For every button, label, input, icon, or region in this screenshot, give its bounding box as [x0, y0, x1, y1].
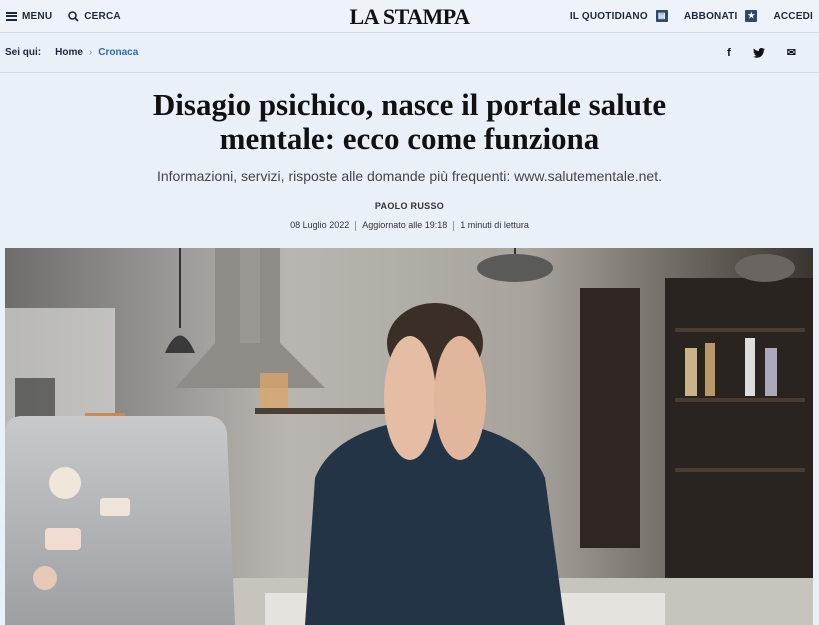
hamburger-icon	[6, 11, 17, 21]
breadcrumb-prefix: Sei qui:	[5, 47, 42, 58]
quotidiano-label: IL QUOTIDIANO	[569, 10, 648, 22]
menu-button[interactable]: MENU	[6, 11, 52, 22]
search-button[interactable]: CERCA	[68, 11, 121, 22]
hero-image	[5, 248, 813, 625]
breadcrumb-home-link[interactable]: Home	[55, 47, 83, 58]
menu-label: MENU	[22, 10, 53, 22]
abbonati-button[interactable]: ABBONATI ★	[684, 10, 758, 22]
quotidiano-button[interactable]: IL QUOTIDIANO ▤	[570, 10, 668, 22]
breadcrumb-current-link[interactable]: Cronaca	[98, 47, 138, 58]
chevron-right-icon: ›	[88, 47, 93, 58]
search-icon	[68, 10, 79, 22]
accedi-button[interactable]: ACCEDI	[773, 11, 813, 22]
star-icon: ★	[745, 10, 758, 22]
breadcrumb: Sei qui: Home › Cronaca f ✉	[0, 33, 819, 73]
twitter-icon[interactable]	[752, 47, 765, 58]
article-subtitle: Informazioni, servizi, risposte alle dom…	[156, 168, 663, 184]
article-author[interactable]: PAOLO RUSSO	[0, 201, 819, 211]
share-buttons: f ✉	[727, 46, 796, 60]
article-date: 08 Luglio 2022	[290, 220, 350, 230]
article-title: Disagio psichico, nasce il portale salut…	[152, 87, 667, 156]
article-meta: 08 Luglio 2022 Aggiornato alle 19:18 1 min…	[0, 220, 819, 231]
email-icon[interactable]: ✉	[787, 46, 796, 59]
facebook-icon[interactable]: f	[727, 47, 731, 59]
newspaper-icon: ▤	[655, 10, 668, 22]
top-bar: MENU CERCA LA STAMPA IL QUOTIDIANO ▤ ABB…	[0, 0, 819, 33]
search-label: CERCA	[84, 10, 121, 22]
site-logo[interactable]: LA STAMPA	[350, 4, 470, 30]
abbonati-label: ABBONATI	[683, 10, 738, 22]
hero-photo	[5, 248, 813, 625]
article-reading-time: 1 minuti di lettura	[460, 220, 529, 230]
article-updated: Aggiornato alle 19:18	[362, 220, 448, 230]
accedi-label: ACCEDI	[773, 10, 813, 22]
